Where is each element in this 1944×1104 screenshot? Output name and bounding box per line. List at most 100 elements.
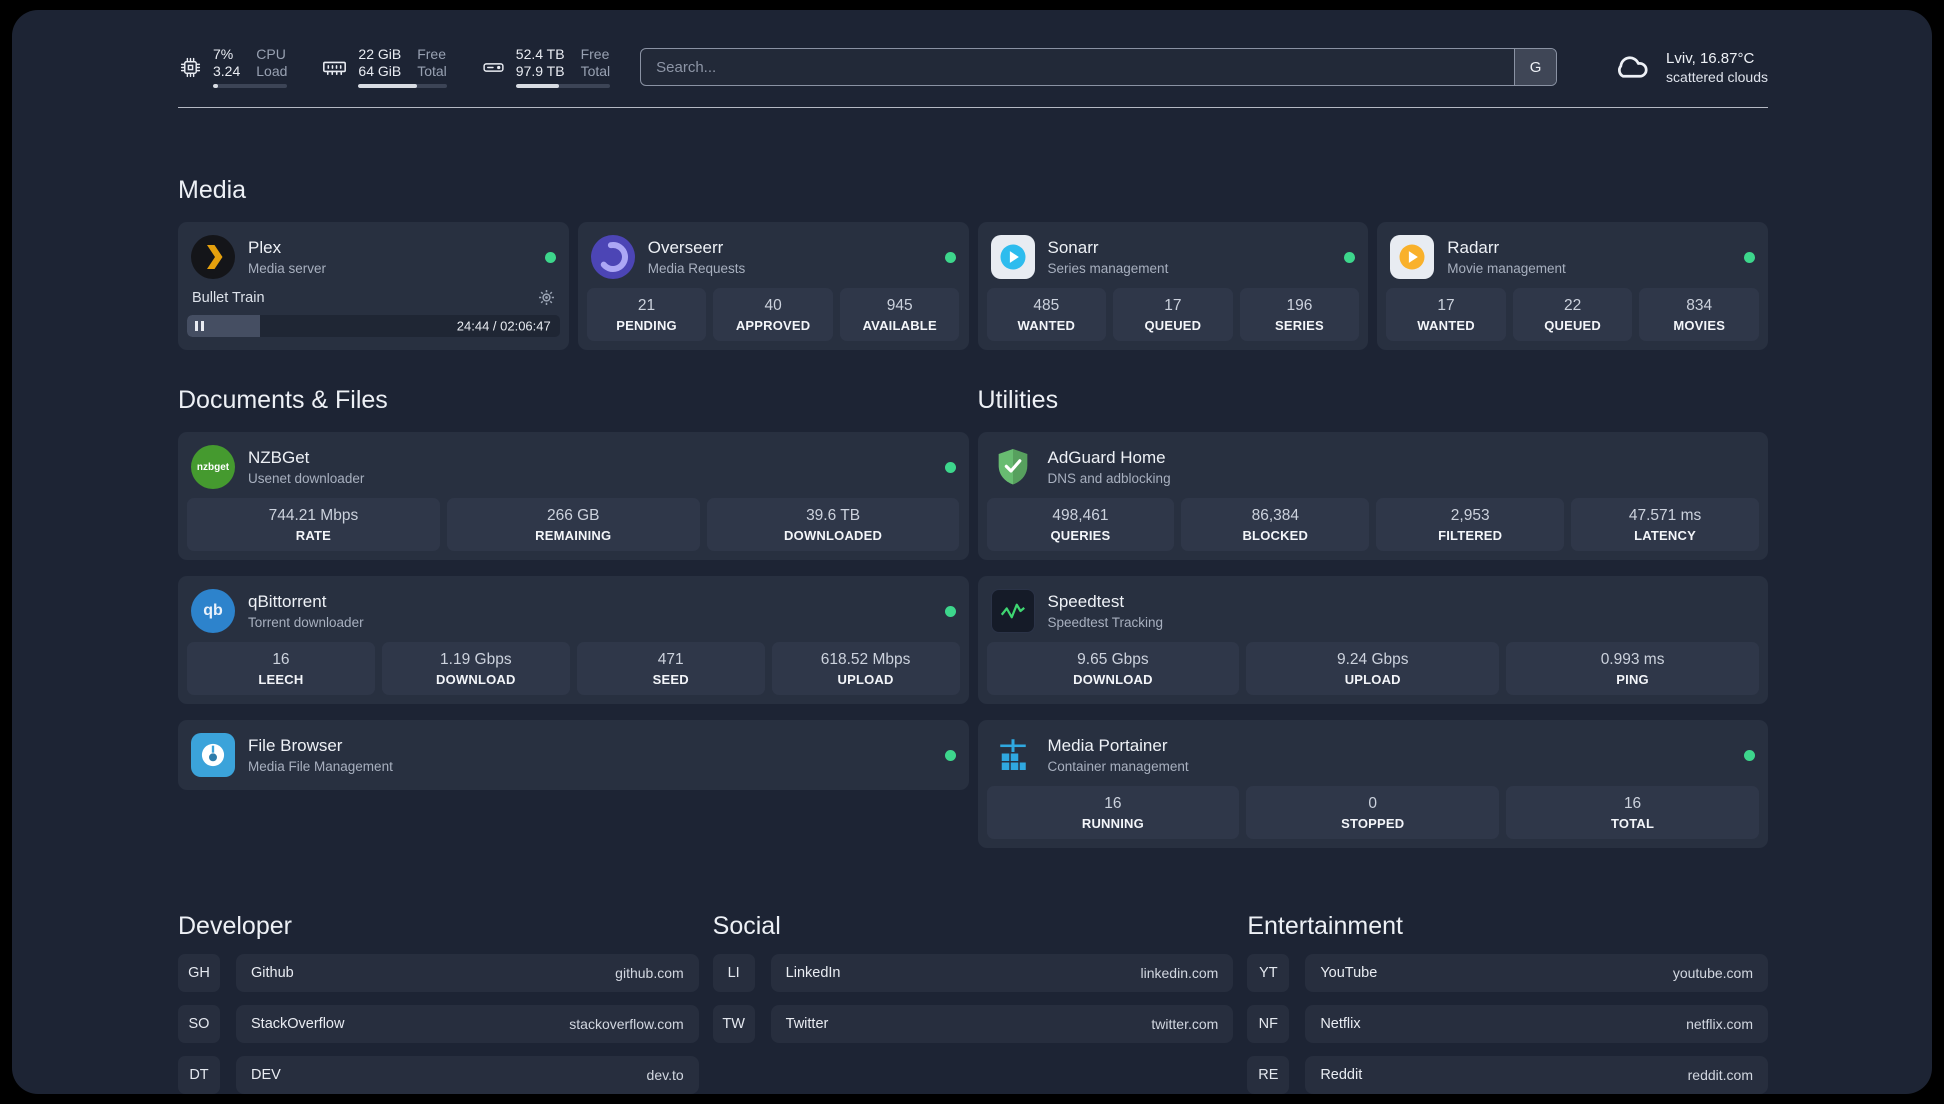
portainer-card[interactable]: Media Portainer Container management 16 …: [977, 720, 1768, 848]
portainer-subtitle: Container management: [1047, 759, 1189, 774]
cpu-progress-bar: [213, 84, 288, 88]
section-heading-developer: Developer: [178, 912, 292, 940]
filebrowser-status-dot: [944, 749, 956, 761]
playback-time: 24:44 / 02:06:47: [456, 318, 551, 334]
pause-icon[interactable]: [195, 321, 204, 331]
ram-total: 64 GiB: [358, 63, 402, 79]
section-heading-media: Media: [178, 176, 247, 204]
qbittorrent-icon: qb: [191, 589, 235, 633]
portainer-status-dot: [1744, 749, 1755, 761]
github-link[interactable]: Github github.com: [236, 954, 699, 992]
stat-movies: 834 MOVIES: [1639, 288, 1759, 341]
ram-progress-fill: [358, 84, 417, 88]
overseerr-icon: [590, 235, 635, 279]
system-metrics: 7% 3.24 CPU Load 22 GiB 64 GiB Free Tota…: [178, 46, 611, 88]
nzbget-icon: nzbget: [191, 445, 235, 489]
filebrowser-title: File Browser: [248, 736, 343, 755]
youtube-abbr-tile[interactable]: YT: [1247, 954, 1290, 992]
adguard-card[interactable]: AdGuard Home DNS and adblocking 498,461 …: [977, 432, 1768, 560]
github-abbr-tile[interactable]: GH: [178, 954, 220, 992]
bookmark-github: GH Github github.com: [178, 954, 699, 992]
cpu-label: CPU: [256, 46, 286, 62]
search-input[interactable]: [641, 49, 1515, 85]
stackoverflow-link[interactable]: StackOverflow stackoverflow.com: [236, 1005, 699, 1043]
ram-free-label: Free: [417, 46, 447, 62]
stat-upload: 618.52 Mbps UPLOAD: [771, 642, 960, 695]
disk-total-label: Total: [580, 63, 611, 79]
section-developer: Developer GH Github github.com SO StackO…: [178, 912, 699, 1094]
linkedin-abbr-tile[interactable]: LI: [712, 954, 755, 992]
disk-usage-widget: 52.4 TB 97.9 TB Free Total: [481, 46, 611, 88]
filebrowser-card[interactable]: File Browser Media File Management: [178, 720, 969, 790]
ram-progress-bar: [358, 84, 447, 88]
speedtest-card[interactable]: Speedtest Speedtest Tracking 9.65 Gbps D…: [977, 576, 1768, 704]
search-engine-button[interactable]: G: [1514, 49, 1557, 85]
bookmark-youtube: YT YouTube youtube.com: [1247, 954, 1768, 992]
qbittorrent-subtitle: Torrent downloader: [248, 615, 364, 630]
dashboard: 7% 3.24 CPU Load 22 GiB 64 GiB Free Tota…: [12, 10, 1932, 1094]
netflix-link[interactable]: Netflix netflix.com: [1305, 1005, 1768, 1043]
plex-title: Plex: [248, 238, 282, 257]
ram-total-label: Total: [417, 63, 447, 79]
stat-approved: 40 APPROVED: [713, 288, 833, 341]
overseerr-card[interactable]: Overseerr Media Requests 21 PENDING 40 A…: [577, 222, 969, 350]
twitter-abbr-tile[interactable]: TW: [712, 1005, 755, 1043]
adguard-title: AdGuard Home: [1047, 448, 1166, 467]
cpu-usage-widget: 7% 3.24 CPU Load: [178, 46, 288, 88]
disk-free: 52.4 TB: [515, 46, 565, 62]
stat-remaining: 266 GB REMAINING: [446, 498, 700, 551]
section-utilities: Utilities AdGuard Home DNS and adblockin…: [977, 386, 1768, 848]
portainer-icon: [991, 733, 1035, 777]
radarr-icon: [1390, 235, 1435, 279]
stat-rate: 744.21 Mbps RATE: [187, 498, 440, 551]
plex-status-dot: [544, 251, 556, 263]
dev-link[interactable]: DEV dev.to: [236, 1056, 699, 1094]
dev-abbr-tile[interactable]: DT: [178, 1056, 220, 1094]
speedtest-subtitle: Speedtest Tracking: [1047, 615, 1164, 630]
sonarr-subtitle: Series management: [1047, 261, 1169, 276]
cloud-icon: [1611, 49, 1653, 86]
overseerr-subtitle: Media Requests: [647, 261, 746, 276]
stat-available: 945 AVAILABLE: [839, 288, 960, 341]
twitter-link[interactable]: Twitter twitter.com: [770, 1005, 1234, 1043]
section-documents: Documents & Files nzbget NZBGet Usenet d…: [178, 386, 969, 790]
sonarr-card[interactable]: Sonarr Series management 485 WANTED 17 Q…: [977, 222, 1369, 350]
plex-subtitle: Media server: [248, 261, 327, 276]
radarr-card[interactable]: Radarr Movie management 17 WANTED 22 QUE…: [1377, 222, 1768, 350]
bookmark-stackoverflow: SO StackOverflow stackoverflow.com: [178, 1005, 699, 1043]
ram-usage-widget: 22 GiB 64 GiB Free Total: [321, 46, 447, 88]
stat-wanted: 17 WANTED: [1386, 288, 1506, 341]
nzbget-card[interactable]: nzbget NZBGet Usenet downloader 744.21 M…: [178, 432, 969, 560]
netflix-abbr-tile[interactable]: NF: [1247, 1005, 1290, 1043]
cpu-percent: 7%: [213, 46, 234, 62]
bookmark-reddit: RE Reddit reddit.com: [1247, 1056, 1768, 1094]
cpu-load-label: Load: [256, 63, 288, 79]
filebrowser-icon: [191, 733, 235, 777]
adguard-icon: [991, 445, 1035, 489]
gear-icon[interactable]: [538, 289, 555, 306]
stat-total: 16 TOTAL: [1506, 786, 1759, 839]
speedtest-icon: [990, 589, 1035, 633]
qbittorrent-card[interactable]: qb qBittorrent Torrent downloader 16 LEE…: [178, 576, 969, 704]
stat-ping: 0.993 ms PING: [1506, 642, 1759, 695]
radarr-title: Radarr: [1447, 238, 1500, 257]
plex-card[interactable]: Plex Media server Bullet Train 24:44 / 0…: [178, 222, 569, 350]
linkedin-link[interactable]: LinkedIn linkedin.com: [770, 954, 1234, 992]
weather-widget[interactable]: Lviv, 16.87°C scattered clouds: [1611, 49, 1768, 86]
section-entertainment: Entertainment YT YouTube youtube.com NF …: [1247, 912, 1768, 1094]
section-heading-social: Social: [712, 912, 781, 940]
reddit-abbr-tile[interactable]: RE: [1247, 1056, 1290, 1094]
nzbget-status-dot: [944, 461, 956, 473]
youtube-link[interactable]: YouTube youtube.com: [1305, 954, 1768, 992]
sonarr-title: Sonarr: [1047, 238, 1099, 257]
stackoverflow-abbr-tile[interactable]: SO: [178, 1005, 220, 1043]
stat-leech: 16 LEECH: [187, 642, 375, 695]
cpu-load: 3.24: [213, 63, 241, 79]
weather-condition: scattered clouds: [1666, 68, 1768, 85]
stat-upload: 9.24 Gbps UPLOAD: [1246, 642, 1500, 695]
plex-icon: [191, 235, 235, 279]
search-bar: G: [640, 48, 1558, 86]
filebrowser-subtitle: Media File Management: [248, 759, 393, 774]
playback-progress-bar: 24:44 / 02:06:47: [187, 315, 560, 337]
reddit-link[interactable]: Reddit reddit.com: [1305, 1056, 1768, 1094]
